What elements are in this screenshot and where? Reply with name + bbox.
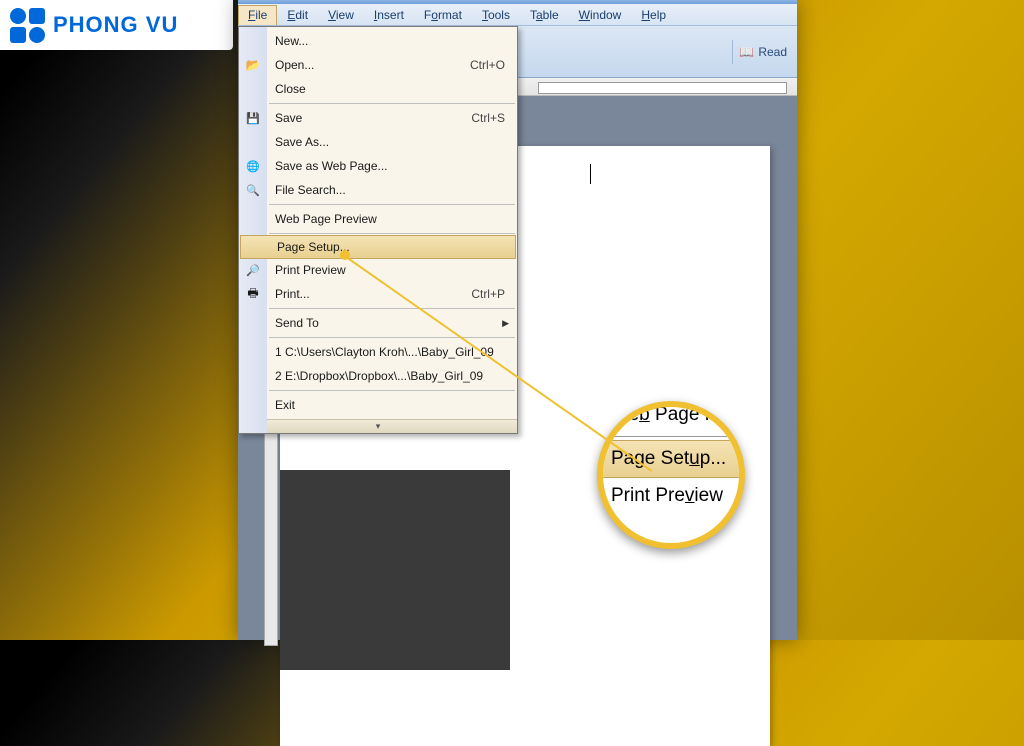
search-icon: [239, 184, 267, 197]
menu-item-open[interactable]: Open... Ctrl+O: [239, 53, 517, 77]
menu-separator: [269, 308, 515, 309]
menu-item-recent-2[interactable]: 2 E:\Dropbox\Dropbox\...\Baby_Girl_09: [239, 364, 517, 388]
menu-insert[interactable]: Insert: [364, 5, 414, 25]
read-mode-button[interactable]: Read: [739, 45, 787, 59]
menu-expand-chevron[interactable]: ▾: [239, 419, 517, 433]
shortcut-label: Ctrl+O: [470, 58, 517, 72]
menu-help[interactable]: Help: [631, 5, 676, 25]
text-cursor: [590, 164, 591, 184]
menu-separator: [269, 233, 515, 234]
menu-item-close[interactable]: Close: [239, 77, 517, 101]
menu-item-exit[interactable]: Exit: [239, 393, 517, 417]
toolbar-divider: [732, 40, 733, 64]
menu-item-print[interactable]: Print... Ctrl+P: [239, 282, 517, 306]
menu-file[interactable]: File: [238, 5, 277, 25]
magnifier-row-page-setup: Page Setup...: [597, 440, 745, 478]
standard-toolbar: Read: [518, 26, 797, 78]
menu-tools[interactable]: Tools: [472, 5, 520, 25]
menu-item-recent-1[interactable]: 1 C:\Users\Clayton Kroh\...\Baby_Girl_09: [239, 340, 517, 364]
menu-view[interactable]: View: [318, 5, 364, 25]
annotation-dot: [340, 250, 350, 260]
save-icon: [239, 112, 267, 125]
menu-item-web-preview[interactable]: Web Page Preview: [239, 207, 517, 231]
menu-table[interactable]: Table: [520, 5, 569, 25]
menu-separator: [269, 103, 515, 104]
horizontal-ruler: [518, 78, 797, 96]
menu-separator: [269, 390, 515, 391]
menu-format[interactable]: Format: [414, 5, 472, 25]
print-preview-icon: [239, 264, 267, 277]
page-shadow: [280, 470, 510, 670]
menu-item-page-setup[interactable]: Page Setup...: [240, 235, 516, 259]
menu-item-save-web[interactable]: Save as Web Page...: [239, 154, 517, 178]
submenu-arrow-icon: ▶: [502, 318, 509, 329]
menu-window[interactable]: Window: [569, 5, 632, 25]
brand-logo: PHONG VU: [0, 0, 233, 50]
open-icon: [239, 58, 267, 72]
menu-item-save[interactable]: Save Ctrl+S: [239, 106, 517, 130]
menu-separator: [269, 204, 515, 205]
menu-edit[interactable]: Edit: [277, 5, 318, 25]
shortcut-label: Ctrl+S: [471, 111, 517, 125]
menu-item-file-search[interactable]: File Search...: [239, 178, 517, 202]
magnifier-row-print-preview: Print Preview: [597, 478, 745, 514]
menu-item-new[interactable]: New...: [239, 29, 517, 53]
annotation-magnifier: Web Page P Page Setup... Print Preview: [597, 401, 745, 549]
book-icon: [739, 45, 754, 59]
web-icon: [239, 160, 267, 173]
brand-logo-text: PHONG VU: [53, 12, 178, 38]
menu-item-send-to[interactable]: Send To ▶: [239, 311, 517, 335]
shortcut-label: Ctrl+P: [471, 287, 517, 301]
menu-separator: [269, 337, 515, 338]
file-menu-dropdown: New... Open... Ctrl+O Close Save Ctrl+S …: [238, 26, 518, 434]
menubar: File Edit View Insert Format Tools Table…: [238, 4, 797, 26]
menu-item-save-as[interactable]: Save As...: [239, 130, 517, 154]
word-application-window: File Edit View Insert Format Tools Table…: [238, 0, 797, 640]
brand-logo-icon: [10, 8, 45, 43]
print-icon: [239, 284, 267, 305]
